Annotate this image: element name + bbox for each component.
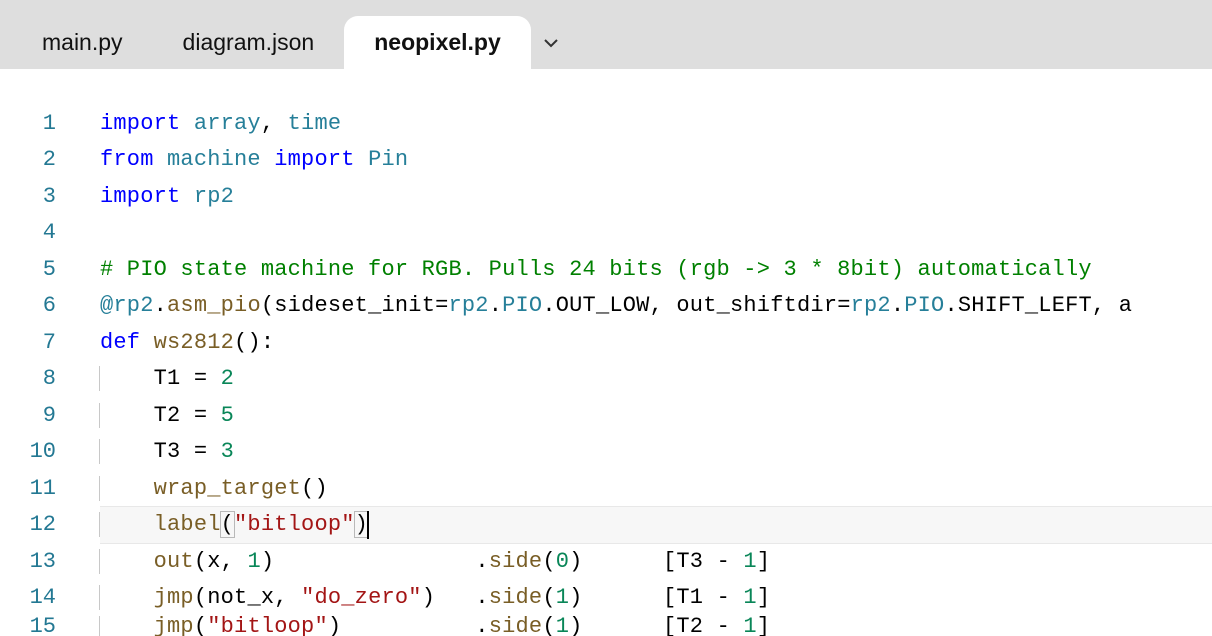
code-line: 14 jmp(not_x, "do_zero") .side(1) [T1 - … bbox=[0, 580, 1212, 617]
text-cursor bbox=[367, 511, 369, 539]
tab-label: diagram.json bbox=[183, 29, 315, 56]
code-line: 7 def ws2812(): bbox=[0, 324, 1212, 361]
line-number: 11 bbox=[0, 476, 64, 501]
code-line: 8 T1 = 2 bbox=[0, 361, 1212, 398]
line-number: 4 bbox=[0, 220, 64, 245]
line-number: 12 bbox=[0, 512, 64, 537]
tab-diagram-json[interactable]: diagram.json bbox=[153, 16, 345, 69]
line-number: 8 bbox=[0, 366, 64, 391]
line-number: 5 bbox=[0, 257, 64, 282]
code-line: 4 bbox=[0, 215, 1212, 252]
code-line: 10 T3 = 3 bbox=[0, 434, 1212, 471]
code-line: 5 # PIO state machine for RGB. Pulls 24 … bbox=[0, 251, 1212, 288]
line-number: 3 bbox=[0, 184, 64, 209]
tab-label: main.py bbox=[42, 29, 123, 56]
code-line: 1 import array, time bbox=[0, 105, 1212, 142]
code-line: 13 out(x, 1) .side(0) [T3 - 1] bbox=[0, 543, 1212, 580]
tab-neopixel-py[interactable]: neopixel.py bbox=[344, 16, 531, 69]
line-number: 6 bbox=[0, 293, 64, 318]
code-line: 9 T2 = 5 bbox=[0, 397, 1212, 434]
code-line: 3 import rp2 bbox=[0, 178, 1212, 215]
code-line: 2 from machine import Pin bbox=[0, 142, 1212, 179]
code-editor[interactable]: 1 import array, time 2 from machine impo… bbox=[0, 69, 1212, 636]
code-line: 11 wrap_target() bbox=[0, 470, 1212, 507]
code-line-current: 12 label("bitloop") bbox=[0, 507, 1212, 544]
code-line: 15 jmp("bitloop") .side(1) [T2 - 1] bbox=[0, 616, 1212, 636]
line-number: 10 bbox=[0, 439, 64, 464]
tab-label: neopixel.py bbox=[374, 29, 501, 56]
code-line: 6 @rp2.asm_pio(sideset_init=rp2.PIO.OUT_… bbox=[0, 288, 1212, 325]
line-number: 9 bbox=[0, 403, 64, 428]
line-number: 7 bbox=[0, 330, 64, 355]
line-number: 13 bbox=[0, 549, 64, 574]
tab-bar: main.py diagram.json neopixel.py bbox=[0, 0, 1212, 69]
tab-overflow-dropdown[interactable] bbox=[531, 16, 571, 69]
line-number: 1 bbox=[0, 111, 64, 136]
chevron-down-icon bbox=[544, 38, 558, 48]
line-number: 2 bbox=[0, 147, 64, 172]
line-number: 14 bbox=[0, 585, 64, 610]
tab-main-py[interactable]: main.py bbox=[12, 16, 153, 69]
line-number: 15 bbox=[0, 616, 64, 636]
